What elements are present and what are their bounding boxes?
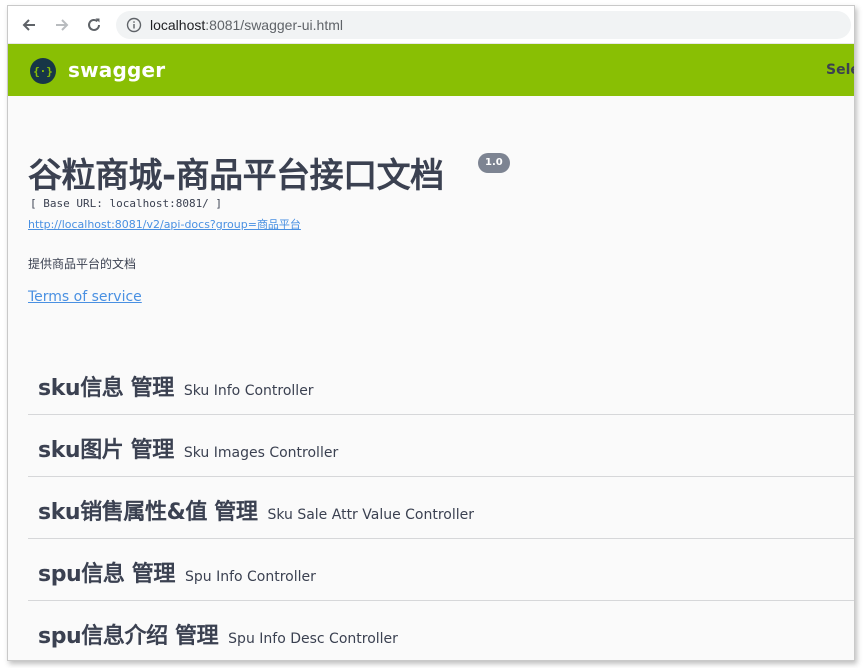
tag-name: spu信息 管理 (38, 562, 175, 587)
forward-arrow-icon (56, 19, 69, 31)
tag-list: sku信息 管理 Sku Info Controller sku图片 管理 Sku … (28, 353, 854, 660)
forward-button[interactable] (51, 14, 73, 36)
page-title: 谷粒商城-商品平台接口文档 (28, 156, 444, 196)
tag-description: Sku Sale Attr Value Controller (267, 507, 475, 523)
tag-section-spu-info[interactable]: spu信息 管理 Spu Info Controller (28, 539, 854, 601)
reload-icon (88, 18, 100, 31)
browser-toolbar: localhost:8081/swagger-ui.html (8, 6, 854, 44)
info-icon[interactable] (126, 17, 142, 33)
swagger-logo-text[interactable]: swagger (68, 58, 165, 82)
reload-button[interactable] (83, 14, 105, 36)
back-arrow-icon (22, 19, 35, 31)
select-spec-label: Sele (826, 62, 854, 78)
version-badge: 1.0 (478, 153, 510, 173)
swagger-logo-icon: {·} (30, 58, 56, 84)
tag-description: Sku Info Controller (183, 383, 314, 399)
tag-description: Sku Images Controller (183, 445, 339, 461)
api-description: 提供商品平台的文档 (28, 257, 137, 271)
swagger-topbar: {·} swagger Sele (8, 44, 854, 96)
tag-name: sku销售属性&值 管理 (38, 500, 258, 525)
browser-window: localhost:8081/swagger-ui.html {·} swagg… (7, 5, 855, 661)
tag-section-sku-sale-attr[interactable]: sku销售属性&值 管理 Sku Sale Attr Value Controll… (28, 477, 854, 539)
terms-of-service-link[interactable]: Terms of service (28, 289, 142, 305)
tag-name: sku图片 管理 (38, 438, 174, 463)
base-url: [ Base URL: localhost:8081/ ] (30, 197, 223, 210)
address-bar[interactable]: localhost:8081/swagger-ui.html (116, 11, 851, 39)
tag-section-sku-images[interactable]: sku图片 管理 Sku Images Controller (28, 415, 854, 477)
back-button[interactable] (18, 14, 40, 36)
url-host: localhost (150, 17, 206, 33)
tag-description: Spu Info Controller (184, 569, 316, 585)
tag-section-sku-info[interactable]: sku信息 管理 Sku Info Controller (28, 353, 854, 415)
tag-description: Spu Info Desc Controller (228, 631, 398, 647)
url-text: localhost:8081/swagger-ui.html (150, 17, 343, 33)
tag-name: spu信息介绍 管理 (38, 624, 219, 649)
tag-name: sku信息 管理 (38, 376, 174, 401)
svg-text:{·}: {·} (33, 65, 53, 78)
api-docs-link[interactable]: http://localhost:8081/v2/api-docs?group=… (28, 216, 301, 232)
tag-section-spu-info-desc[interactable]: spu信息介绍 管理 Spu Info Desc Controller (28, 601, 854, 660)
url-path: :8081/swagger-ui.html (205, 17, 344, 33)
